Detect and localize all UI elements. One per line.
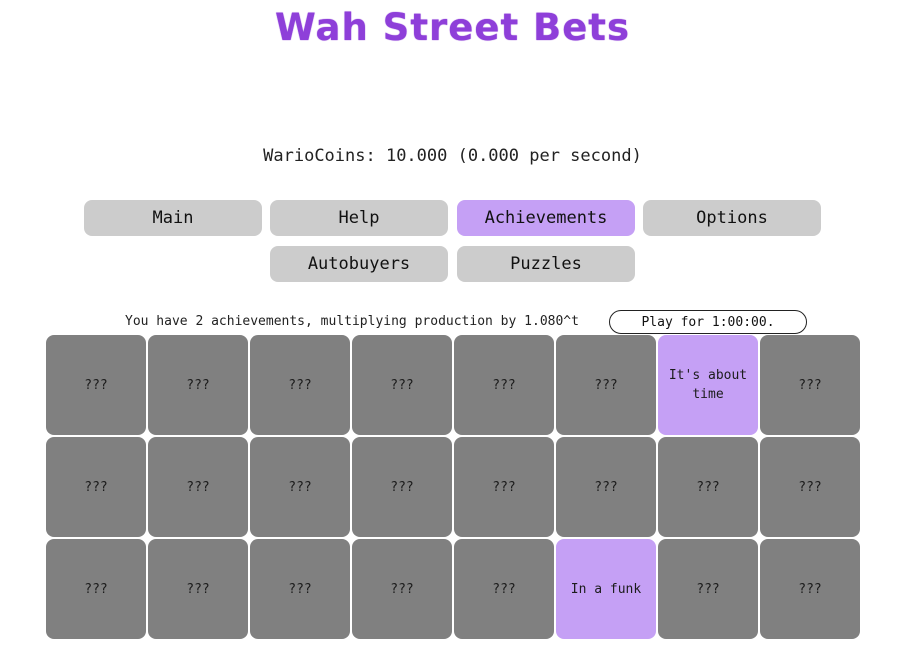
achievement-cell-locked[interactable]: ??? — [760, 335, 860, 435]
tab-main[interactable]: Main — [84, 200, 262, 236]
achievement-cell-locked[interactable]: ??? — [250, 437, 350, 537]
achievement-cell-locked[interactable]: ??? — [658, 437, 758, 537]
page-title: Wah Street Bets — [274, 6, 631, 49]
achievement-cell-locked[interactable]: ??? — [148, 335, 248, 435]
achievements-summary: You have 2 achievements, multiplying pro… — [125, 314, 579, 329]
achievement-cell-locked[interactable]: ??? — [556, 437, 656, 537]
achievement-cell-locked[interactable]: ??? — [352, 539, 452, 639]
achievements-grid: ?????????????????? It's about time???????… — [46, 335, 862, 639]
achievement-cell-locked[interactable]: ??? — [454, 437, 554, 537]
achievement-cell-locked[interactable]: ??? — [352, 335, 452, 435]
achievement-cell-locked[interactable]: ??? — [658, 539, 758, 639]
tab-options[interactable]: Options — [643, 200, 821, 236]
achievement-cell-locked[interactable]: ??? — [760, 437, 860, 537]
achievement-cell-locked[interactable]: ??? — [46, 539, 146, 639]
achievement-cell-locked[interactable]: ??? — [250, 539, 350, 639]
play-time-button[interactable]: Play for 1:00:00. — [609, 310, 807, 334]
achievement-cell-locked[interactable]: ??? — [250, 335, 350, 435]
achievement-cell-locked[interactable]: ??? — [454, 539, 554, 639]
achievement-cell-locked[interactable]: ??? — [760, 539, 860, 639]
achievement-cell-locked[interactable]: ??? — [46, 335, 146, 435]
achievement-cell-locked[interactable]: ??? — [46, 437, 146, 537]
achievement-cell-locked[interactable]: ??? — [148, 437, 248, 537]
achievement-cell-locked[interactable]: ??? — [454, 335, 554, 435]
achievement-cell-locked[interactable]: ??? — [148, 539, 248, 639]
achievement-cell-unlocked[interactable]: In a funk — [556, 539, 656, 639]
tab-help[interactable]: Help — [270, 200, 448, 236]
tab-autobuyers[interactable]: Autobuyers — [270, 246, 448, 282]
tab-puzzles[interactable]: Puzzles — [457, 246, 635, 282]
achievement-cell-locked[interactable]: ??? — [556, 335, 656, 435]
coins-counter: WarioCoins: 10.000 (0.000 per second) — [263, 146, 642, 166]
achievement-cell-unlocked[interactable]: It's about time — [658, 335, 758, 435]
achievement-cell-locked[interactable]: ??? — [352, 437, 452, 537]
tab-achievements[interactable]: Achievements — [457, 200, 635, 236]
